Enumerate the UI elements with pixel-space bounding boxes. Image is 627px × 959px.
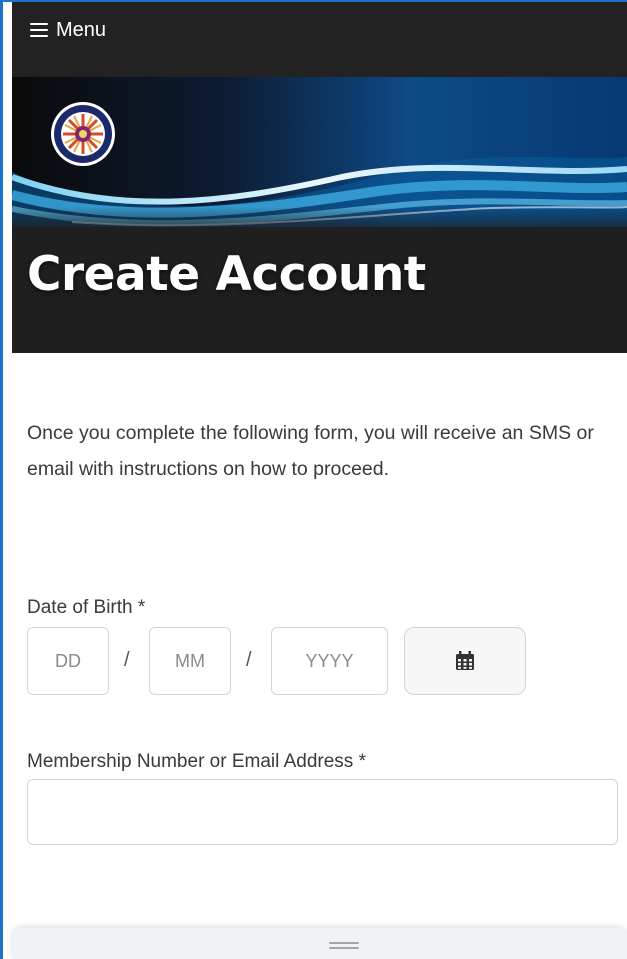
calendar-icon	[456, 651, 474, 670]
dob-label: Date of Birth *	[27, 597, 146, 618]
hamburger-icon	[30, 23, 48, 37]
intro-text: Once you complete the following form, yo…	[27, 422, 594, 480]
dob-month-input[interactable]: MM	[149, 627, 231, 695]
menu-label: Menu	[56, 18, 107, 41]
bottom-sheet[interactable]	[12, 928, 627, 959]
hero-banner: Create Account	[12, 77, 627, 353]
city-seal-logo	[51, 102, 115, 166]
dob-year-input[interactable]: YYYY	[271, 627, 388, 695]
top-navigation-bar: Menu	[12, 2, 627, 77]
dob-day-input[interactable]: DD	[27, 627, 109, 695]
membership-label: Membership Number or Email Address *	[27, 751, 366, 772]
intro-section: Once you complete the following form, yo…	[27, 415, 607, 487]
calendar-button[interactable]	[404, 627, 526, 695]
membership-or-email-input[interactable]	[27, 779, 618, 845]
drag-handle-icon[interactable]	[329, 942, 359, 949]
page-title: Create Account	[27, 247, 426, 302]
dob-separator: /	[246, 649, 252, 671]
window-frame-left	[0, 0, 3, 959]
menu-button[interactable]: Menu	[30, 16, 106, 44]
dob-separator: /	[124, 649, 130, 671]
